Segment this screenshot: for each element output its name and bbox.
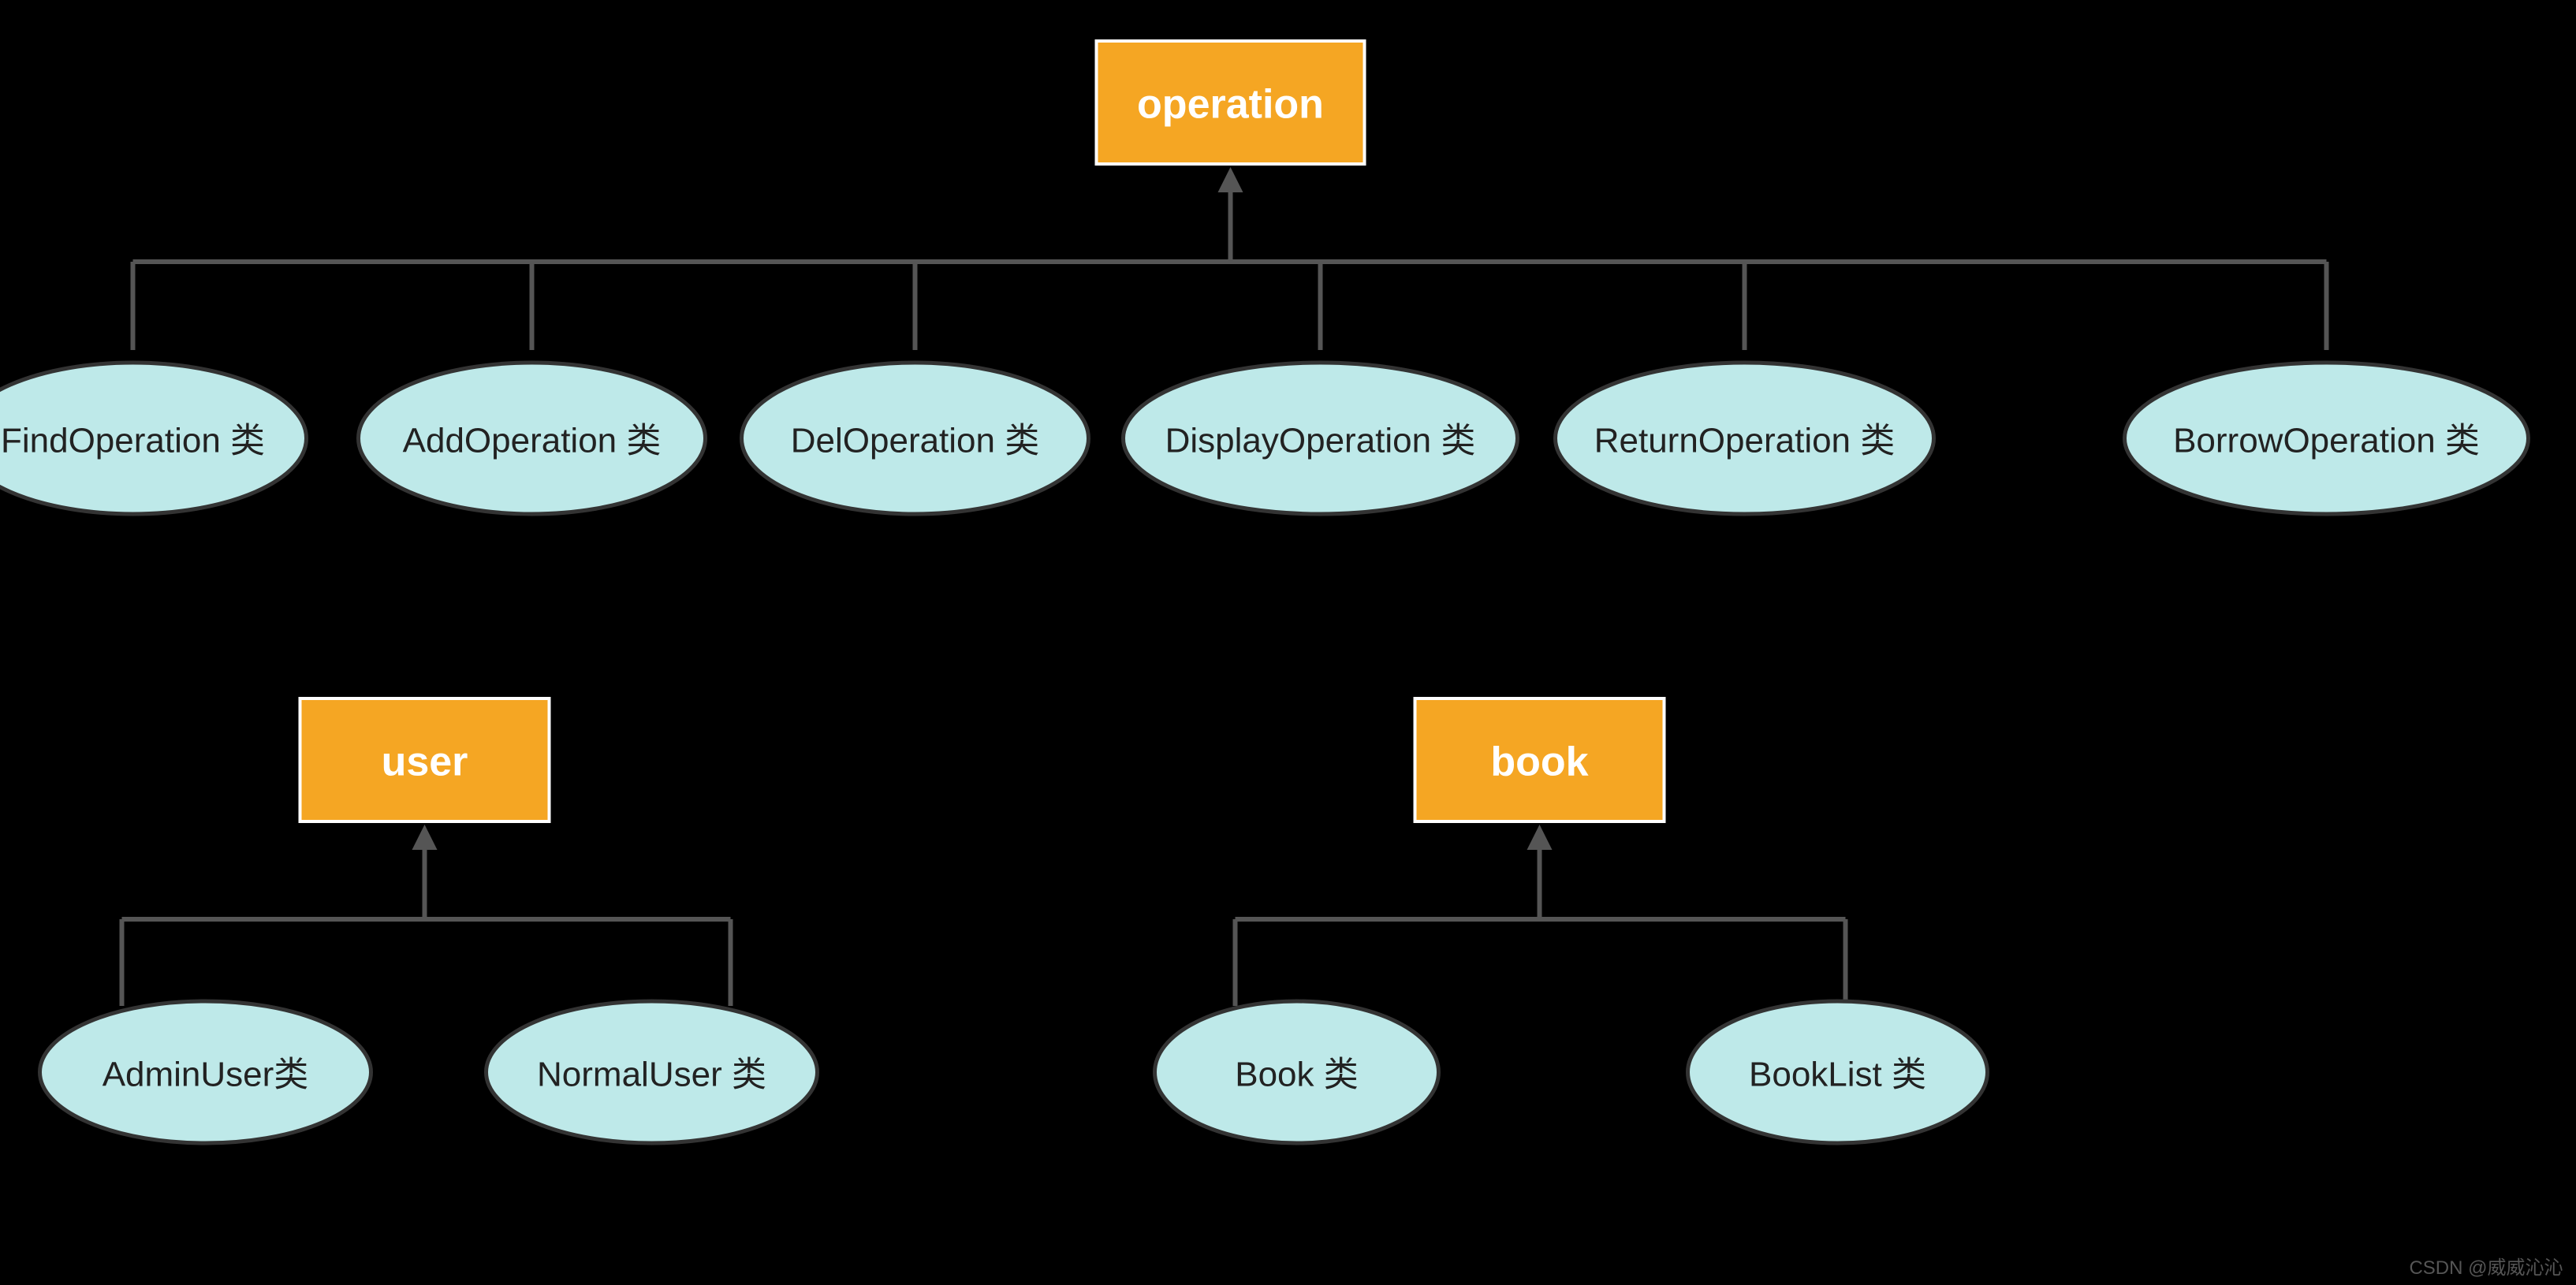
user-package-label: user [382,739,468,785]
arrow-icon [1218,167,1243,192]
arrow-icon [412,825,438,850]
class-label: AdminUser类 [103,1056,309,1094]
book-package-label: book [1490,739,1588,785]
class-label: AddOperation 类 [403,422,662,460]
class-label: NormalUser 类 [537,1056,766,1094]
operation-package-label: operation [1137,82,1324,128]
watermark-text: CSDN @威威沁沁 [2409,1257,2563,1279]
class-diagram: operation FindOperation 类 AddOperation 类… [0,0,2576,1285]
class-label: DelOperation 类 [791,422,1039,460]
arrow-icon [1527,825,1553,850]
class-label: FindOperation 类 [1,422,265,460]
class-label: ReturnOperation 类 [1594,422,1896,460]
class-label: BorrowOperation 类 [2173,422,2480,460]
class-label: DisplayOperation 类 [1165,422,1476,460]
class-label: Book 类 [1235,1056,1359,1094]
class-label: BookList 类 [1749,1056,1926,1094]
